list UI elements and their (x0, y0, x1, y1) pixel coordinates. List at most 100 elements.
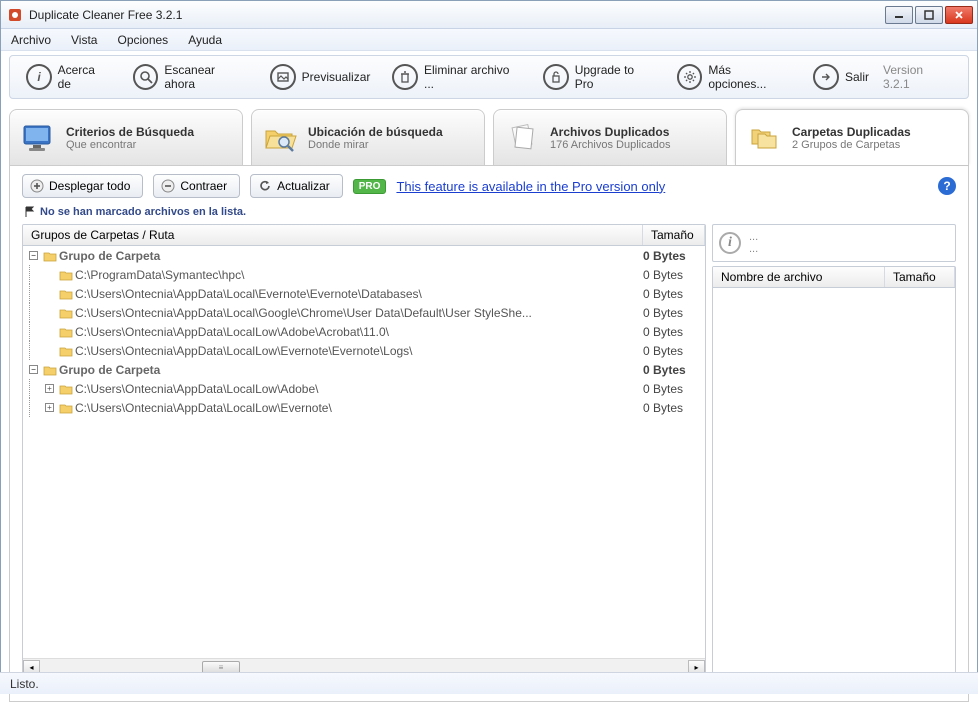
tree-group-row[interactable]: − Grupo de Carpeta 0 Bytes (23, 360, 705, 379)
group-label: Grupo de Carpeta (59, 249, 160, 263)
titlebar: Duplicate Cleaner Free 3.2.1 (1, 1, 977, 29)
tab-criteria-sub: Que encontrar (66, 139, 194, 151)
folder-icon (59, 326, 73, 338)
lock-icon (543, 64, 569, 90)
tab-dupfolders-title: Carpetas Duplicadas (792, 125, 911, 139)
tab-location[interactable]: Ubicación de búsqueda Donde mirar (251, 109, 485, 165)
menu-ayuda[interactable]: Ayuda (188, 33, 222, 47)
tab-criteria[interactable]: Criterios de Búsqueda Que encontrar (9, 109, 243, 165)
expand-all-button[interactable]: Desplegar todo (22, 174, 143, 198)
minus-icon (160, 178, 176, 194)
detail-info-box: i ...... (712, 224, 956, 262)
tree-row[interactable]: + C:\Users\Ontecnia\AppData\LocalLow\Adob… (23, 379, 705, 398)
menu-vista[interactable]: Vista (71, 33, 97, 47)
minimize-button[interactable] (885, 6, 913, 24)
refresh-icon (257, 178, 273, 194)
row-size: 0 Bytes (643, 401, 705, 415)
row-size: 0 Bytes (643, 268, 705, 282)
folder-icon (43, 250, 57, 262)
folder-tree-pane: Grupos de Carpetas / Ruta Tamaño − Grupo … (22, 224, 706, 676)
monitor-icon (20, 120, 56, 156)
folder-icon (59, 383, 73, 395)
folder-icon (59, 402, 73, 414)
collapse-icon[interactable]: − (29, 251, 38, 260)
refresh-button[interactable]: Actualizar (250, 174, 343, 198)
pro-badge: PRO (353, 179, 387, 194)
tab-dupfiles[interactable]: Archivos Duplicados 176 Archivos Duplica… (493, 109, 727, 165)
col-filename[interactable]: Nombre de archivo (713, 267, 885, 287)
maximize-button[interactable] (915, 6, 943, 24)
menubar: Archivo Vista Opciones Ayuda (1, 29, 977, 51)
tab-dupfolders-sub: 2 Grupos de Carpetas (792, 139, 911, 151)
expand-icon[interactable]: + (45, 384, 54, 393)
tree-row[interactable]: + C:\Users\Ontecnia\AppData\LocalLow\Ever… (23, 398, 705, 417)
more-label: Más opciones... (708, 63, 791, 91)
tabs: Criterios de Búsqueda Que encontrar Ubic… (9, 109, 969, 165)
tree-group-row[interactable]: − Grupo de Carpeta 0 Bytes (23, 246, 705, 265)
tab-dupfiles-title: Archivos Duplicados (550, 125, 670, 139)
tree-row[interactable]: C:\Users\Ontecnia\AppData\Local\Evernote… (23, 284, 705, 303)
tree-row[interactable]: C:\Users\Ontecnia\AppData\LocalLow\Evern… (23, 341, 705, 360)
delete-button[interactable]: Eliminar archivo ... (384, 60, 529, 94)
files-icon (504, 120, 540, 156)
tree-body[interactable]: −Grupo de Carpeta0 BytesC:\ProgramData\S… (23, 246, 705, 658)
tab-dupfolders[interactable]: Carpetas Duplicadas 2 Grupos de Carpetas (735, 109, 969, 165)
action-row: Desplegar todo Contraer Actualizar PRO T… (10, 166, 968, 206)
preview-button[interactable]: Previsualizar (262, 61, 379, 93)
exit-button[interactable]: Salir (805, 61, 877, 93)
trash-icon (392, 64, 418, 90)
upgrade-button[interactable]: Upgrade to Pro (535, 60, 663, 94)
exit-label: Salir (845, 70, 869, 84)
row-size: 0 Bytes (643, 325, 705, 339)
toolbar: i Acerca de Escanear ahora Previsualizar… (9, 55, 969, 99)
version-label: Version 3.2.1 (883, 63, 960, 91)
col-filesize[interactable]: Tamaño (885, 267, 955, 287)
delete-label: Eliminar archivo ... (424, 63, 521, 91)
row-path: C:\Users\Ontecnia\AppData\LocalLow\Evern… (75, 344, 413, 358)
collapse-button[interactable]: Contraer (153, 174, 240, 198)
menu-opciones[interactable]: Opciones (117, 33, 168, 47)
marked-message: No se han marcado archivos en la lista. (10, 206, 968, 224)
expand-label: Desplegar todo (49, 179, 130, 193)
close-button[interactable] (945, 6, 973, 24)
detail-dots: ...... (749, 231, 758, 255)
folder-search-icon (262, 120, 298, 156)
folders-icon (746, 120, 782, 156)
row-path: C:\Users\Ontecnia\AppData\Local\Evernote… (75, 287, 422, 301)
row-path: C:\ProgramData\Symantec\hpc\ (75, 268, 244, 282)
scan-button[interactable]: Escanear ahora (125, 60, 256, 94)
status-text: Listo. (10, 677, 39, 691)
tree-row[interactable]: C:\Users\Ontecnia\AppData\LocalLow\Adobe… (23, 322, 705, 341)
menu-archivo[interactable]: Archivo (11, 33, 51, 47)
row-path: C:\Users\Ontecnia\AppData\LocalLow\Adobe… (75, 382, 318, 396)
group-size: 0 Bytes (643, 363, 705, 377)
row-path: C:\Users\Ontecnia\AppData\LocalLow\Evern… (75, 401, 332, 415)
tree-header: Grupos de Carpetas / Ruta Tamaño (23, 225, 705, 246)
more-options-button[interactable]: Más opciones... (669, 60, 799, 94)
folder-icon (43, 364, 57, 376)
folder-icon (59, 288, 73, 300)
expand-icon[interactable]: + (45, 403, 54, 412)
about-button[interactable]: i Acerca de (18, 60, 119, 94)
group-label: Grupo de Carpeta (59, 363, 160, 377)
tab-criteria-title: Criterios de Búsqueda (66, 125, 194, 139)
group-size: 0 Bytes (643, 249, 705, 263)
file-list: Nombre de archivo Tamaño (712, 266, 956, 676)
svg-text:i: i (37, 70, 41, 84)
tree-row[interactable]: C:\ProgramData\Symantec\hpc\ 0 Bytes (23, 265, 705, 284)
about-label: Acerca de (58, 63, 111, 91)
collapse-icon[interactable]: − (29, 365, 38, 374)
help-button[interactable]: ? (938, 177, 956, 195)
col-path[interactable]: Grupos de Carpetas / Ruta (23, 225, 643, 245)
refresh-label: Actualizar (277, 179, 330, 193)
col-size[interactable]: Tamaño (643, 225, 705, 245)
statusbar: Listo. (0, 672, 978, 694)
file-list-header: Nombre de archivo Tamaño (713, 267, 955, 288)
plus-icon (29, 178, 45, 194)
upgrade-label: Upgrade to Pro (575, 63, 655, 91)
marked-text: No se han marcado archivos en la lista. (40, 206, 246, 218)
info-icon: i (719, 232, 741, 254)
tree-row[interactable]: C:\Users\Ontecnia\AppData\Local\Google\C… (23, 303, 705, 322)
gear-icon (677, 64, 703, 90)
pro-link[interactable]: This feature is available in the Pro ver… (396, 179, 665, 194)
